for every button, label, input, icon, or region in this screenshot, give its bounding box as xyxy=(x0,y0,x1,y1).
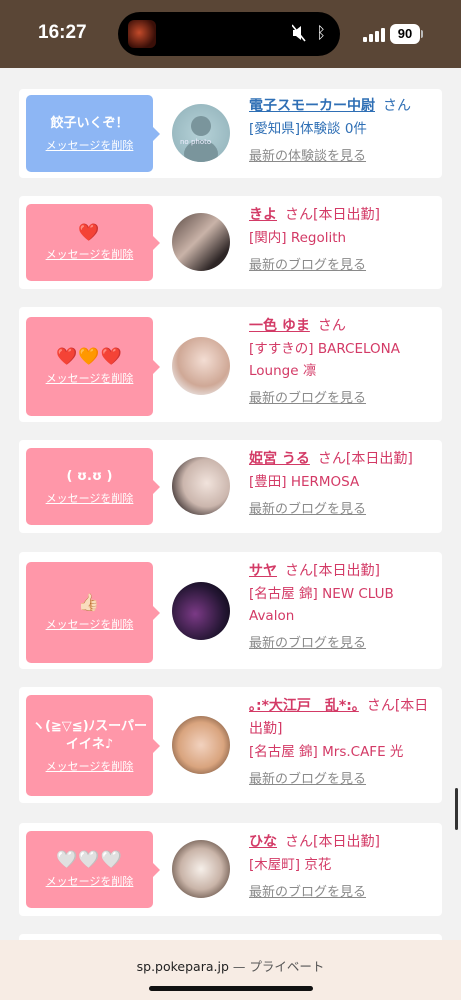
avatar[interactable]: no photo xyxy=(172,104,230,162)
url-text: sp.pokepara.jp — プライベート xyxy=(0,956,461,975)
message-text: ヽ(≧▽≦)ﾉスーパーイイネ♪ xyxy=(31,718,148,752)
latest-blog-link[interactable]: 最新のブログを見る xyxy=(249,632,437,651)
no-photo-placeholder-icon: no photo xyxy=(180,116,218,162)
latest-blog-link[interactable]: 最新のブログを見る xyxy=(249,387,437,406)
message-list[interactable]: 餃子いくぞ！ メッセージを削除 no photo 電子スモーカー中尉 さん [愛知… xyxy=(0,68,461,940)
delete-message-link[interactable]: メッセージを削除 xyxy=(46,370,134,386)
user-suffix: さん[本日出勤] xyxy=(285,834,380,850)
user-detail: [すすきの] BARCELONA Lounge 凛 xyxy=(249,341,400,379)
latest-blog-link[interactable]: 最新のブログを見る xyxy=(249,498,437,517)
user-name-link[interactable]: きよ xyxy=(249,207,277,223)
message-text: 🤍🤍🤍 xyxy=(56,849,123,870)
list-item: ❤️🧡❤️ メッセージを削除 一色 ゆま さん [すすきの] BARCELONA … xyxy=(19,307,442,422)
user-suffix: さん xyxy=(383,98,411,114)
user-detail: [関内] Regolith xyxy=(249,230,347,246)
message-bubble: ❤️🧡❤️ メッセージを削除 xyxy=(26,317,160,416)
latest-reviews-link[interactable]: 最新の体験談を見る xyxy=(249,145,437,164)
avatar[interactable] xyxy=(172,582,230,640)
user-info: 姫宮 うる さん[本日出勤] [豊田] HERMOSA 最新のブログを見る xyxy=(249,448,437,517)
delete-message-link[interactable]: メッセージを削除 xyxy=(46,758,134,774)
message-bubble: 餃子いくぞ！ メッセージを削除 xyxy=(26,95,160,172)
mute-speaker-icon xyxy=(292,24,306,42)
avatar[interactable] xyxy=(172,337,230,395)
message-bubble: 🤍🤍🤍 メッセージを削除 xyxy=(26,831,160,908)
list-item: 👍🏻 メッセージを削除 サヤ さん[本日出勤] [名古屋 錦] NEW CLUB … xyxy=(19,552,442,669)
dynamic-island[interactable]: ᛒ xyxy=(118,12,340,56)
delete-message-link[interactable]: メッセージを削除 xyxy=(46,137,134,153)
browser-address-bar[interactable]: sp.pokepara.jp — プライベート xyxy=(0,940,461,1000)
bluetooth-icon: ᛒ xyxy=(316,23,326,42)
message-bubble: ヽ(≧▽≦)ﾉスーパーイイネ♪ メッセージを削除 xyxy=(26,695,160,796)
message-text: 👍🏻 xyxy=(78,592,101,613)
user-info: ｡:*大江戸 乱*:｡ さん[本日出勤] [名古屋 錦] Mrs.CAFE 光 最… xyxy=(249,695,437,787)
now-playing-thumbnail xyxy=(128,20,156,48)
message-bubble: 👍🏻 メッセージを削除 xyxy=(26,562,160,663)
home-indicator[interactable] xyxy=(149,986,313,991)
user-detail: [名古屋 錦] Mrs.CAFE 光 xyxy=(249,744,404,760)
private-mode-label: プライベート xyxy=(249,959,325,974)
message-bubble: ❤️ メッセージを削除 xyxy=(26,204,160,281)
list-item: 餃子いくぞ！ メッセージを削除 no photo 電子スモーカー中尉 さん [愛知… xyxy=(19,89,442,178)
user-suffix: さん[本日出勤] xyxy=(285,563,380,579)
url-separator: — xyxy=(232,959,246,974)
user-name-link[interactable]: ｡:*大江戸 乱*:｡ xyxy=(249,698,359,714)
cellular-signal-icon xyxy=(363,28,385,42)
avatar-label: no photo xyxy=(180,138,211,146)
user-name-link[interactable]: サヤ xyxy=(249,563,277,579)
user-name-link[interactable]: 電子スモーカー中尉 xyxy=(249,98,375,114)
scrollbar[interactable] xyxy=(455,788,458,830)
status-time: 16:27 xyxy=(38,22,87,43)
message-text: ❤️🧡❤️ xyxy=(56,346,123,367)
list-item: 🤍🤍🤍 メッセージを削除 ひな さん[本日出勤] [木屋町] 京花 最新のブログを… xyxy=(19,823,442,916)
list-item: ❤️ メッセージを削除 きよ さん[本日出勤] [関内] Regolith 最新の… xyxy=(19,196,442,289)
avatar[interactable] xyxy=(172,213,230,271)
battery-tip-icon xyxy=(421,30,423,38)
user-suffix: さん[本日出勤] xyxy=(317,451,413,467)
delete-message-link[interactable]: メッセージを削除 xyxy=(46,616,134,632)
latest-blog-link[interactable]: 最新のブログを見る xyxy=(249,768,437,787)
delete-message-link[interactable]: メッセージを削除 xyxy=(46,246,134,262)
delete-message-link[interactable]: メッセージを削除 xyxy=(46,490,134,506)
latest-blog-link[interactable]: 最新のブログを見る xyxy=(249,881,437,900)
user-info: きよ さん[本日出勤] [関内] Regolith 最新のブログを見る xyxy=(249,204,437,273)
message-text: ( ʊ.ʊ ) xyxy=(66,468,113,484)
battery-indicator: 90 xyxy=(390,24,420,44)
avatar[interactable] xyxy=(172,457,230,515)
list-item: ( ʊ.ʊ ) メッセージを削除 姫宮 うる さん[本日出勤] [豊田] HERM… xyxy=(19,440,442,533)
user-name-link[interactable]: ひな xyxy=(249,834,277,850)
user-info: ひな さん[本日出勤] [木屋町] 京花 最新のブログを見る xyxy=(249,831,437,900)
user-name-link[interactable]: 一色 ゆま xyxy=(249,318,310,334)
user-detail: [豊田] HERMOSA xyxy=(249,474,360,490)
list-item: ヽ(≧▽≦)ﾉスーパーイイネ♪ メッセージを削除 ｡:*大江戸 乱*:｡ さん[本… xyxy=(19,687,442,803)
user-detail: [木屋町] 京花 xyxy=(249,857,332,873)
avatar[interactable] xyxy=(172,840,230,898)
user-suffix: さん[本日出勤] xyxy=(285,207,380,223)
message-text: 餃子いくぞ！ xyxy=(50,115,129,131)
user-info: サヤ さん[本日出勤] [名古屋 錦] NEW CLUB Avalon 最新のブロ… xyxy=(249,560,437,651)
user-info: 一色 ゆま さん [すすきの] BARCELONA Lounge 凛 最新のブログ… xyxy=(249,315,437,406)
message-text: ❤️ xyxy=(78,222,101,243)
latest-blog-link[interactable]: 最新のブログを見る xyxy=(249,254,437,273)
user-detail: [名古屋 錦] NEW CLUB Avalon xyxy=(249,586,394,624)
user-detail: [愛知県]体験談 0件 xyxy=(249,121,367,137)
avatar[interactable] xyxy=(172,716,230,774)
user-suffix: さん xyxy=(317,318,346,334)
delete-message-link[interactable]: メッセージを削除 xyxy=(46,873,134,889)
message-bubble: ( ʊ.ʊ ) メッセージを削除 xyxy=(26,448,160,525)
status-bar: 16:27 ᛒ 90 xyxy=(0,0,461,68)
user-info: 電子スモーカー中尉 さん [愛知県]体験談 0件 最新の体験談を見る xyxy=(249,95,437,164)
url-domain: sp.pokepara.jp xyxy=(136,959,229,974)
user-name-link[interactable]: 姫宮 うる xyxy=(249,451,310,467)
